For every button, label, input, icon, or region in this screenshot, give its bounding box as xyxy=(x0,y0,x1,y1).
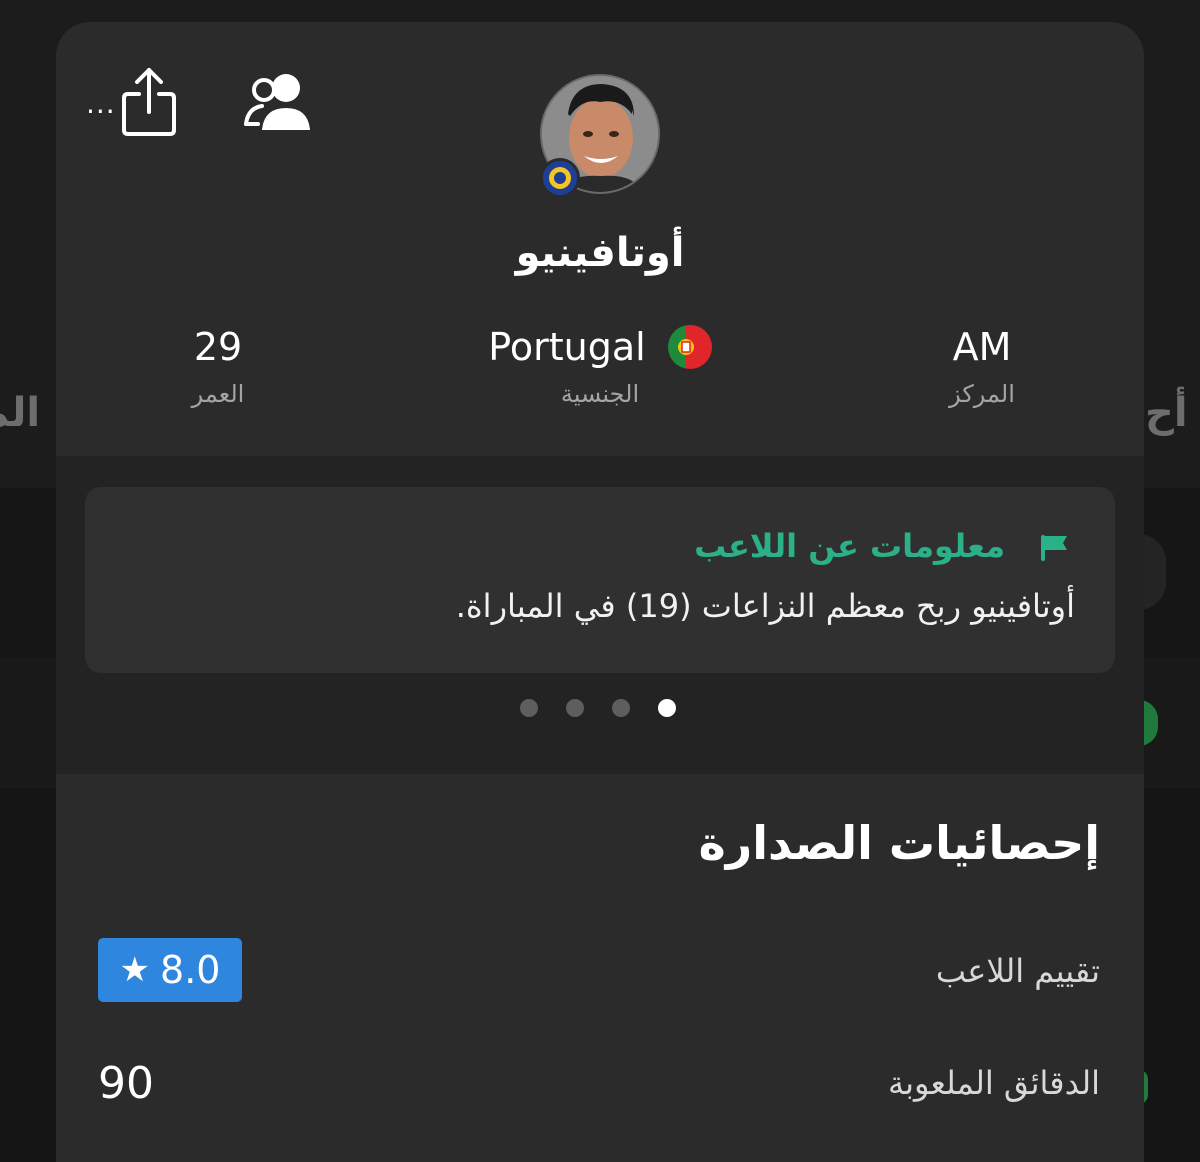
share-icon xyxy=(122,68,176,136)
stat-nationality[interactable]: Portugal الجنسية xyxy=(470,324,730,408)
insight-title: معلومات عن اللاعب xyxy=(694,527,1005,565)
star-icon: ★ xyxy=(119,950,151,990)
position-label: المركز xyxy=(949,380,1015,408)
nationality-value: Portugal xyxy=(488,325,646,369)
minutes-value: 90 xyxy=(98,1058,154,1109)
portugal-flag-icon xyxy=(667,325,712,369)
rating-value: 8.0 xyxy=(160,948,221,992)
more-icon: ... xyxy=(86,87,116,120)
pagination-dots[interactable] xyxy=(520,699,676,717)
pagination-dot[interactable] xyxy=(566,699,584,717)
insight-text: أوتافينيو ربح معظم النزاعات (19) في المب… xyxy=(455,587,1075,625)
player-avatar xyxy=(540,74,660,198)
pagination-dot[interactable] xyxy=(520,699,538,717)
more-button[interactable]: ... xyxy=(86,84,120,124)
share-button[interactable] xyxy=(120,66,178,138)
rating-badge: ★ 8.0 xyxy=(98,938,242,1002)
flag-icon xyxy=(1041,535,1067,561)
rating-label: تقييم اللاعب xyxy=(935,952,1100,990)
minutes-label: الدقائق الملعوبة xyxy=(887,1064,1100,1102)
age-label: العمر xyxy=(191,380,245,408)
top-stats-title: إحصائيات الصدارة xyxy=(698,816,1100,870)
age-value: 29 xyxy=(193,325,243,369)
background-tab-left: الم xyxy=(0,390,41,436)
pagination-dot[interactable] xyxy=(612,699,630,717)
people-icon xyxy=(244,74,310,130)
stat-position: AM المركز xyxy=(852,324,1112,408)
stat-age: 29 العمر xyxy=(88,324,348,408)
nationality-label: الجنسية xyxy=(560,380,640,408)
player-name: أوتافينيو xyxy=(515,230,685,276)
player-insight-card[interactable]: معلومات عن اللاعب أوتافينيو ربح معظم الن… xyxy=(85,487,1115,673)
background-tab-right: أح xyxy=(1145,390,1188,436)
club-badge-icon xyxy=(540,158,580,198)
position-value: AM xyxy=(952,325,1012,369)
compare-players-button[interactable] xyxy=(242,72,314,134)
player-sheet: ... أوتافينيو 29 العمر Portugal الجنسية … xyxy=(56,22,1144,1162)
pagination-dot-active[interactable] xyxy=(658,699,676,717)
